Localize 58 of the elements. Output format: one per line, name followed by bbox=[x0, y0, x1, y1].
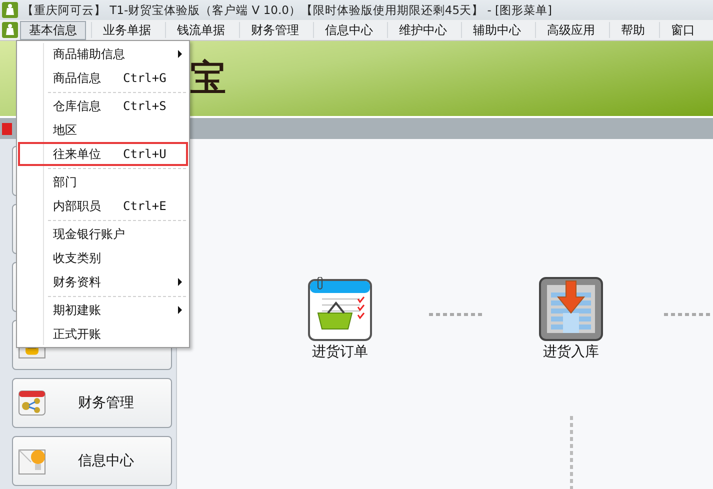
dotted-connector bbox=[429, 313, 483, 316]
menu-item[interactable]: 业务单据 bbox=[94, 20, 160, 40]
download-box-icon[interactable] bbox=[539, 277, 603, 341]
submenu-arrow-icon bbox=[178, 50, 182, 58]
menu-entry[interactable]: 商品信息 Ctrl+G bbox=[18, 66, 188, 94]
dotted-connector bbox=[664, 313, 713, 316]
node-label: 进货订单 bbox=[312, 343, 368, 361]
menu-item[interactable]: 辅助中心 bbox=[464, 20, 530, 40]
menu-entry-label: 期初建账 bbox=[53, 302, 102, 318]
shortcut-label: Ctrl+E bbox=[123, 198, 166, 214]
menu-item[interactable]: 信息中心 bbox=[316, 20, 382, 40]
menu-item[interactable]: 维护中心 bbox=[390, 20, 456, 40]
app-icon bbox=[2, 2, 18, 18]
menu-entry[interactable]: 商品辅助信息 bbox=[18, 42, 188, 66]
nav-button[interactable]: 信息中心 bbox=[12, 436, 172, 486]
lightbulb-icon bbox=[18, 447, 46, 475]
nav-button[interactable]: 财务管理 bbox=[12, 378, 172, 428]
menu-item[interactable]: 帮助 bbox=[612, 20, 654, 40]
menu-entry[interactable]: 部门 bbox=[18, 170, 188, 194]
tab-icon bbox=[2, 122, 12, 134]
shortcut-label: Ctrl+G bbox=[123, 70, 166, 86]
calendar-icon bbox=[18, 389, 46, 417]
menu-entry[interactable]: 内部职员 Ctrl+E bbox=[18, 194, 188, 222]
menu-entry-label: 现金银行账户 bbox=[53, 226, 125, 242]
menu-entry-label: 财务资料 bbox=[53, 274, 102, 290]
menu-entry[interactable]: 正式开账 bbox=[18, 322, 188, 346]
shortcut-label: Ctrl+U bbox=[123, 146, 166, 162]
menu-entry[interactable]: 地区 bbox=[18, 118, 188, 142]
menu-entry-label: 商品辅助信息 bbox=[53, 46, 125, 62]
menu-item[interactable]: 钱流单据 bbox=[168, 20, 234, 40]
shortcut-label: Ctrl+S bbox=[123, 98, 166, 114]
menu-entry-label: 地区 bbox=[53, 122, 78, 138]
menu-entry[interactable]: 收支类别 bbox=[18, 246, 188, 270]
submenu-arrow-icon bbox=[178, 278, 182, 286]
menu-item[interactable]: 财务管理 bbox=[242, 20, 308, 40]
menu-entry[interactable]: 现金银行账户 bbox=[18, 222, 188, 246]
menu-entry[interactable]: 往来单位 Ctrl+U bbox=[18, 142, 188, 170]
menu-entry[interactable]: 期初建账 bbox=[18, 298, 188, 322]
app-icon bbox=[2, 22, 18, 38]
menu-entry-label: 正式开账 bbox=[53, 326, 102, 342]
menu-item[interactable]: 高级应用 bbox=[538, 20, 604, 40]
menu-entry[interactable]: 财务资料 bbox=[18, 270, 188, 298]
menu-entry-label: 收支类别 bbox=[53, 250, 102, 266]
submenu-arrow-icon bbox=[178, 306, 182, 314]
menu-entry-label: 仓库信息 bbox=[53, 98, 102, 114]
nav-label: 信息中心 bbox=[78, 452, 134, 470]
banner-title: 宝 bbox=[190, 57, 226, 101]
menu-item[interactable]: 窗口 bbox=[662, 20, 704, 40]
menu-entry[interactable]: 仓库信息 Ctrl+S bbox=[18, 94, 188, 118]
menu-item[interactable]: 基本信息 bbox=[20, 20, 86, 40]
menu-entry-label: 商品信息 bbox=[53, 70, 102, 86]
nav-label: 财务管理 bbox=[78, 394, 134, 412]
menu-entry-label: 部门 bbox=[53, 174, 78, 190]
menu-entry-label: 内部职员 bbox=[53, 198, 102, 214]
menu-entry-label: 往来单位 bbox=[53, 146, 102, 162]
node-label: 进货入库 bbox=[543, 343, 599, 361]
window-title: 【重庆阿可云】 T1-财贸宝体验版（客户端 V 10.0）【限时体验版使用期限还剩45天】 - [图形菜单] bbox=[22, 2, 552, 18]
basket-icon[interactable] bbox=[308, 277, 372, 341]
